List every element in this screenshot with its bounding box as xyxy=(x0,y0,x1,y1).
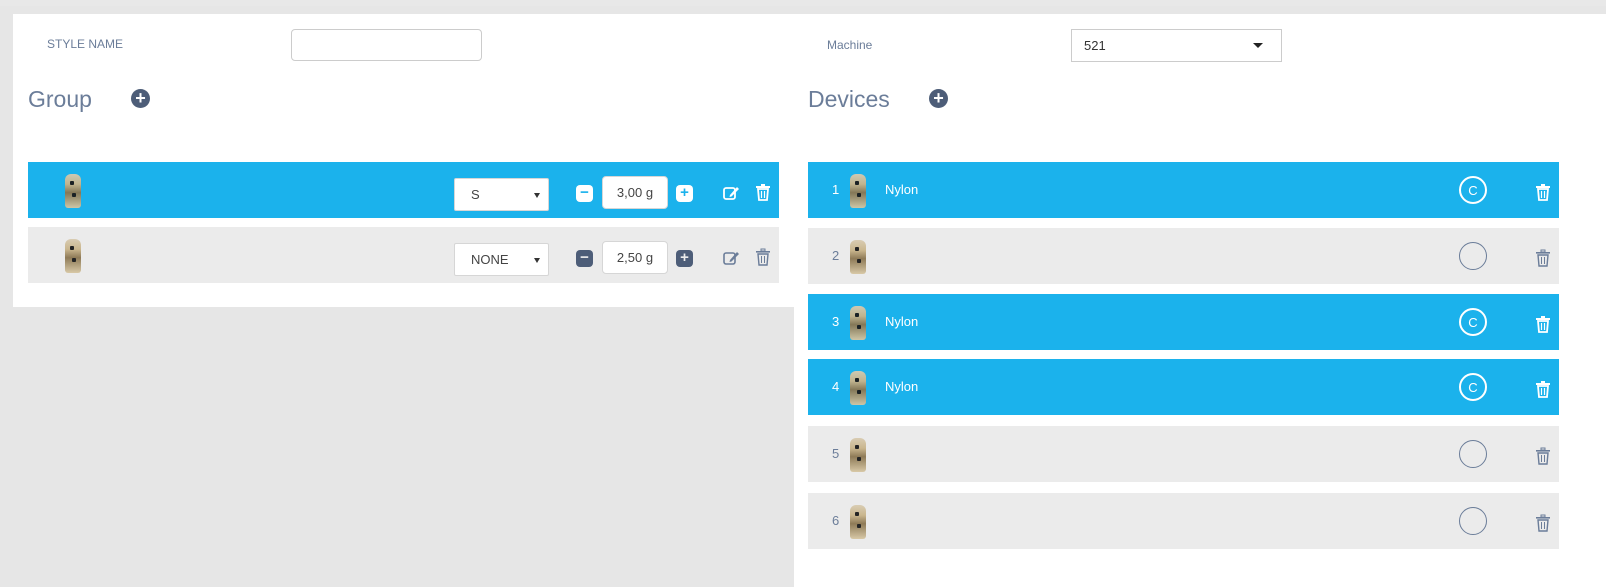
device-number: 1 xyxy=(832,182,840,197)
device-name: Nylon xyxy=(885,182,919,197)
device-number: 2 xyxy=(832,248,840,263)
group-row[interactable]: S − 3,00 g + xyxy=(28,162,779,218)
increase-weight-button[interactable]: + xyxy=(676,185,693,202)
device-row[interactable]: 4 Nylon C xyxy=(808,359,1559,415)
device-row[interactable]: 2 xyxy=(808,228,1559,284)
thread-thumbnail-icon xyxy=(850,438,866,472)
size-select[interactable]: NONE xyxy=(454,243,549,276)
cone-status-toggle[interactable] xyxy=(1459,440,1487,468)
thread-thumbnail-icon xyxy=(850,371,866,405)
trash-icon[interactable] xyxy=(1534,380,1552,398)
caret-down-icon xyxy=(534,193,540,198)
trash-icon[interactable] xyxy=(1534,514,1552,532)
weight-input[interactable]: 3,00 g xyxy=(602,176,668,209)
top-strip xyxy=(0,0,1606,6)
group-row[interactable]: NONE − 2,50 g + xyxy=(28,227,779,283)
trash-icon[interactable] xyxy=(1534,183,1552,201)
trash-icon[interactable] xyxy=(754,248,772,266)
thread-thumbnail-icon xyxy=(850,174,866,208)
minus-square-icon: − xyxy=(580,184,589,201)
trash-icon[interactable] xyxy=(1534,447,1552,465)
device-number: 3 xyxy=(832,314,840,329)
minus-square-icon: − xyxy=(580,249,589,266)
thread-thumbnail-icon xyxy=(850,306,866,340)
add-group-button[interactable]: + xyxy=(131,89,150,108)
plus-circle-icon: + xyxy=(135,88,146,108)
style-name-label: STYLE NAME xyxy=(47,37,124,51)
group-title: Group xyxy=(28,86,92,112)
machine-value: 521 xyxy=(1084,38,1106,53)
weight-input[interactable]: 2,50 g xyxy=(602,241,668,274)
plus-square-icon: + xyxy=(680,249,689,266)
trash-icon[interactable] xyxy=(1534,249,1552,267)
trash-icon[interactable] xyxy=(754,183,772,201)
thread-thumbnail-icon xyxy=(65,239,81,273)
device-row[interactable]: 6 xyxy=(808,493,1559,549)
cone-status-toggle[interactable] xyxy=(1459,507,1487,535)
size-value: S xyxy=(471,187,480,202)
thread-thumbnail-icon xyxy=(850,505,866,539)
size-select[interactable]: S xyxy=(454,178,549,211)
cone-status-toggle[interactable]: C xyxy=(1459,176,1487,204)
cone-badge: C xyxy=(1468,183,1478,198)
devices-title: Devices xyxy=(808,86,890,112)
decrease-weight-button[interactable]: − xyxy=(576,250,593,267)
device-row[interactable]: 3 Nylon C xyxy=(808,294,1559,350)
caret-down-icon xyxy=(534,258,540,263)
cone-status-toggle[interactable] xyxy=(1459,242,1487,270)
thread-thumbnail-icon xyxy=(850,240,866,274)
decrease-weight-button[interactable]: − xyxy=(576,185,593,202)
caret-down-icon xyxy=(1253,43,1263,48)
machine-select[interactable]: 521 xyxy=(1071,29,1282,62)
device-name: Nylon xyxy=(885,379,919,394)
cone-status-toggle[interactable]: C xyxy=(1459,373,1487,401)
device-name: Nylon xyxy=(885,314,919,329)
size-value: NONE xyxy=(471,252,509,267)
style-name-input[interactable] xyxy=(291,29,482,61)
increase-weight-button[interactable]: + xyxy=(676,250,693,267)
plus-circle-icon: + xyxy=(933,88,944,108)
device-row[interactable]: 5 xyxy=(808,426,1559,482)
device-number: 4 xyxy=(832,379,840,394)
add-device-button[interactable]: + xyxy=(929,89,948,108)
cone-status-toggle[interactable]: C xyxy=(1459,308,1487,336)
machine-label: Machine xyxy=(827,38,873,52)
thread-thumbnail-icon xyxy=(65,174,81,208)
trash-icon[interactable] xyxy=(1534,315,1552,333)
cone-badge: C xyxy=(1468,380,1478,395)
cone-badge: C xyxy=(1468,315,1478,330)
plus-square-icon: + xyxy=(680,184,689,201)
device-row[interactable]: 1 Nylon C xyxy=(808,162,1559,218)
edit-icon[interactable] xyxy=(722,249,740,267)
device-number: 6 xyxy=(832,513,840,528)
edit-icon[interactable] xyxy=(722,184,740,202)
device-number: 5 xyxy=(832,446,840,461)
